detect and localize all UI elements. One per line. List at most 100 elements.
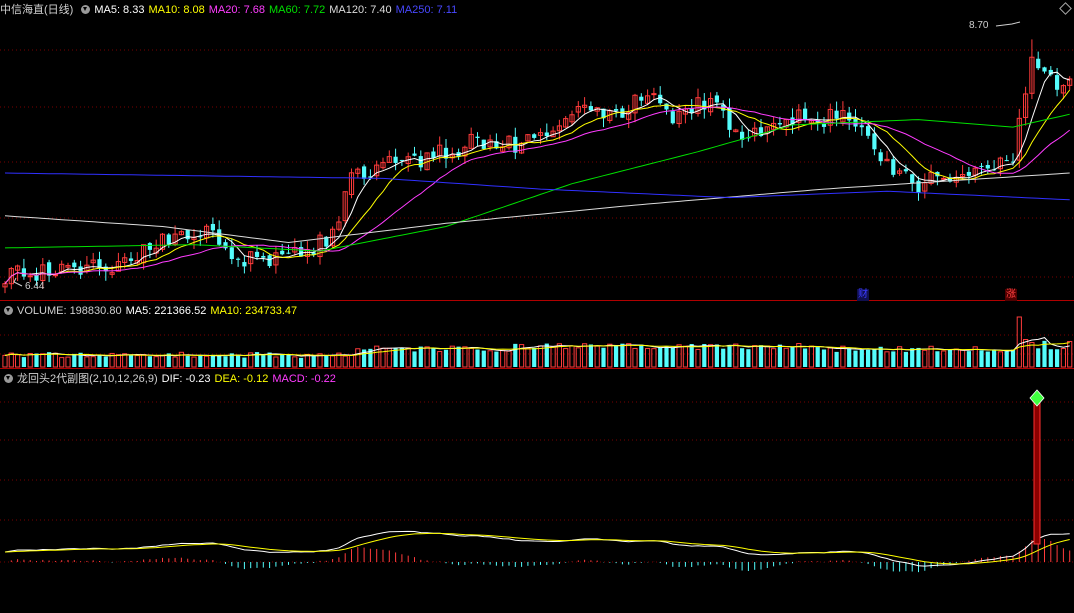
volume-bar [1010, 349, 1016, 367]
ma250-readout: MA250: 7.11 [395, 4, 458, 16]
ma5-line [4, 71, 1070, 285]
rise-badge[interactable]: 涨 [1005, 289, 1017, 301]
volume-bar [626, 343, 632, 368]
volume-bar [217, 355, 222, 367]
volume-bar [210, 354, 215, 367]
volume-bar [847, 348, 852, 367]
indicator-title: 龙回头2代副图(2,10,12,26,9) [17, 373, 158, 385]
volume-bar [682, 345, 688, 368]
volume-bar [223, 356, 228, 367]
volume-bar [424, 346, 430, 368]
volume-ma5-readout: MA5: 221366.52 [125, 305, 207, 317]
volume-bar [966, 351, 971, 367]
panel-separator [0, 368, 1074, 369]
volume-bar [544, 343, 549, 367]
volume-bar [513, 343, 518, 367]
candle-body [544, 132, 549, 137]
volume-bar [575, 347, 581, 368]
volume-bar [702, 344, 707, 367]
signal-gem-icon [1029, 389, 1045, 407]
volume-bar [532, 347, 537, 367]
macd-readout: MACD: -0.22 [272, 373, 336, 385]
candle-body [412, 153, 417, 156]
volume-bar [897, 346, 903, 368]
volume-bar [639, 344, 644, 367]
candle-body [985, 165, 990, 169]
volume-bar [1048, 349, 1053, 367]
volume-bar [27, 352, 33, 368]
candle-body [210, 223, 215, 231]
volume-bar [651, 348, 657, 368]
ma60-readout: MA60: 7.72 [269, 4, 326, 16]
finance-badge[interactable]: 财 [857, 289, 869, 301]
candle-body [910, 174, 915, 184]
volume-bar [664, 346, 669, 367]
volume-bar [783, 347, 789, 368]
volume-bar [740, 348, 745, 367]
volume-bar [204, 355, 210, 368]
volume-bar [689, 344, 694, 367]
volume-bar [632, 347, 638, 368]
volume-ma10-readout: MA10: 234733.47 [210, 305, 298, 317]
candle-body [21, 268, 26, 277]
volume-bar [236, 355, 241, 367]
candle-body [872, 133, 877, 150]
candle-body [1004, 160, 1009, 162]
volume-bar [941, 350, 947, 368]
candle-body [979, 165, 984, 167]
dropdown-icon[interactable] [4, 374, 13, 383]
volume-bar [903, 351, 908, 367]
volume-bar [872, 348, 877, 367]
volume-bar [141, 354, 147, 368]
candle-body [670, 111, 675, 124]
macd-histogram[interactable] [4, 389, 1071, 573]
candle-body [229, 247, 234, 260]
volume-bar [853, 350, 858, 367]
volume-bar [790, 347, 795, 367]
volume-bar [462, 346, 468, 368]
volume-bar [280, 354, 285, 367]
volume-bar [191, 356, 197, 368]
dropdown-icon[interactable] [4, 306, 13, 315]
candle-body [242, 262, 247, 267]
volume-bar [960, 349, 966, 368]
volume-bar [764, 345, 770, 368]
candle-body [78, 266, 83, 275]
volume-bar [695, 348, 701, 368]
volume-bar [153, 356, 159, 368]
candle-body [185, 230, 190, 240]
candle-body [27, 275, 33, 278]
volume-bar [431, 347, 436, 367]
candle-body [286, 252, 291, 254]
volume-bar [103, 356, 108, 367]
candle-body [532, 134, 537, 138]
moving-average-lines [4, 71, 1071, 285]
dropdown-icon[interactable] [81, 5, 91, 14]
volume-bar [840, 345, 846, 368]
volume-bar [569, 345, 575, 368]
volume-bar [304, 353, 310, 368]
volume-bars[interactable] [2, 316, 1073, 368]
candle-body [777, 123, 782, 125]
candles[interactable] [2, 39, 1073, 294]
volume-bar [134, 355, 140, 368]
stock-title: 中信海直(日线) [0, 4, 74, 16]
volume-bar [821, 349, 827, 367]
candle-body [664, 103, 669, 110]
volume-bar [299, 357, 304, 367]
volume-bar [1055, 349, 1060, 367]
volume-bar [588, 344, 593, 367]
volume-bar [456, 346, 461, 367]
volume-bar [1016, 316, 1022, 368]
volume-bar [582, 343, 588, 368]
volume-bar [1023, 339, 1029, 368]
volume-bar [733, 343, 739, 368]
candle-body [128, 258, 134, 261]
volume-bar [449, 345, 455, 368]
volume-bar [910, 348, 915, 367]
candle-body [588, 106, 593, 111]
candle-body [847, 112, 852, 121]
candle-body [891, 159, 896, 175]
candle-body [803, 108, 808, 121]
volume-bar [563, 348, 569, 368]
